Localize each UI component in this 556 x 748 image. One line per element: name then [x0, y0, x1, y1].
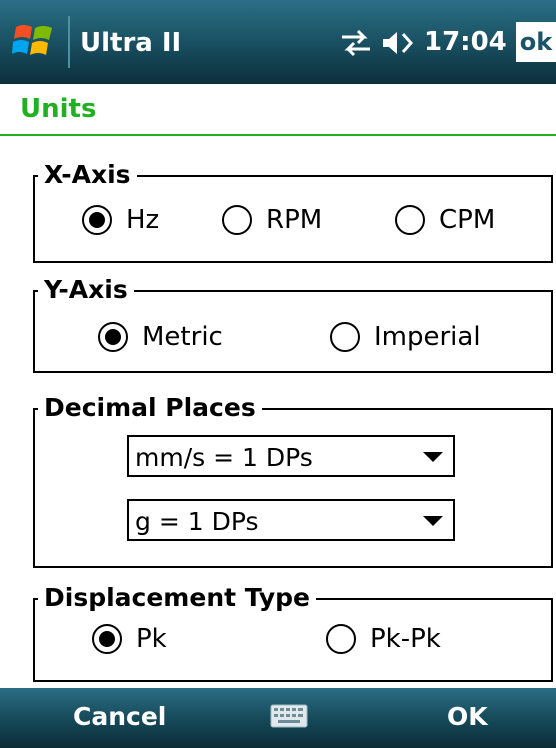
y-axis-legend: Y-Axis	[38, 274, 134, 306]
y-axis-group: Y-Axis Metric Imperial	[33, 274, 553, 373]
x-axis-legend: X-Axis	[38, 159, 137, 191]
page-header: Units	[0, 84, 556, 136]
title-bar: Ultra II 17:04 ok	[0, 0, 556, 84]
radio-button-icon	[92, 624, 122, 654]
softkey-bar: Cancel OK	[0, 688, 556, 748]
radio-metric[interactable]: Metric	[98, 322, 223, 352]
radio-imperial[interactable]: Imperial	[330, 322, 481, 352]
velocity-dp-select[interactable]: mm/s = 1 DPs	[127, 435, 455, 477]
title-separator	[68, 16, 70, 68]
clock[interactable]: 17:04	[424, 27, 507, 57]
ok-title-button[interactable]: ok	[516, 22, 556, 62]
keyboard-icon[interactable]	[270, 702, 308, 730]
radio-label: Imperial	[374, 322, 481, 352]
radio-button-icon	[82, 205, 112, 235]
radio-cpm[interactable]: CPM	[395, 205, 495, 235]
radio-label: Metric	[142, 322, 223, 352]
radio-button-icon	[326, 624, 356, 654]
radio-button-icon	[98, 322, 128, 352]
app-title: Ultra II	[80, 28, 182, 58]
x-axis-group: X-Axis Hz RPM CPM	[33, 159, 553, 263]
chevron-down-icon	[423, 516, 443, 526]
ok-button[interactable]: OK	[447, 702, 488, 731]
cancel-button[interactable]: Cancel	[73, 702, 166, 731]
decimal-places-group: Decimal Places mm/s = 1 DPs g = 1 DPs	[33, 392, 553, 568]
header-divider	[0, 134, 556, 136]
radio-button-icon	[222, 205, 252, 235]
radio-label: Hz	[126, 205, 160, 235]
radio-hz[interactable]: Hz	[82, 205, 159, 235]
select-value: g = 1 DPs	[135, 507, 259, 536]
radio-button-icon	[395, 205, 425, 235]
radio-label: Pk	[136, 624, 167, 654]
radio-pk[interactable]: Pk	[92, 624, 167, 654]
decimal-places-legend: Decimal Places	[38, 392, 262, 424]
displacement-type-legend: Displacement Type	[38, 582, 317, 614]
acceleration-dp-select[interactable]: g = 1 DPs	[127, 499, 455, 541]
radio-label: Pk-Pk	[370, 624, 441, 654]
select-value: mm/s = 1 DPs	[135, 443, 313, 472]
radio-rpm[interactable]: RPM	[222, 205, 322, 235]
radio-pk-pk[interactable]: Pk-Pk	[326, 624, 441, 654]
radio-label: CPM	[439, 205, 496, 235]
chevron-down-icon	[423, 452, 443, 462]
radio-label: RPM	[266, 205, 323, 235]
displacement-type-group: Displacement Type Pk Pk-Pk	[33, 582, 553, 682]
page-title: Units	[20, 94, 97, 124]
volume-icon[interactable]	[381, 28, 417, 58]
connectivity-icon[interactable]	[338, 28, 374, 58]
windows-start-icon[interactable]	[12, 19, 56, 63]
radio-button-icon	[330, 322, 360, 352]
